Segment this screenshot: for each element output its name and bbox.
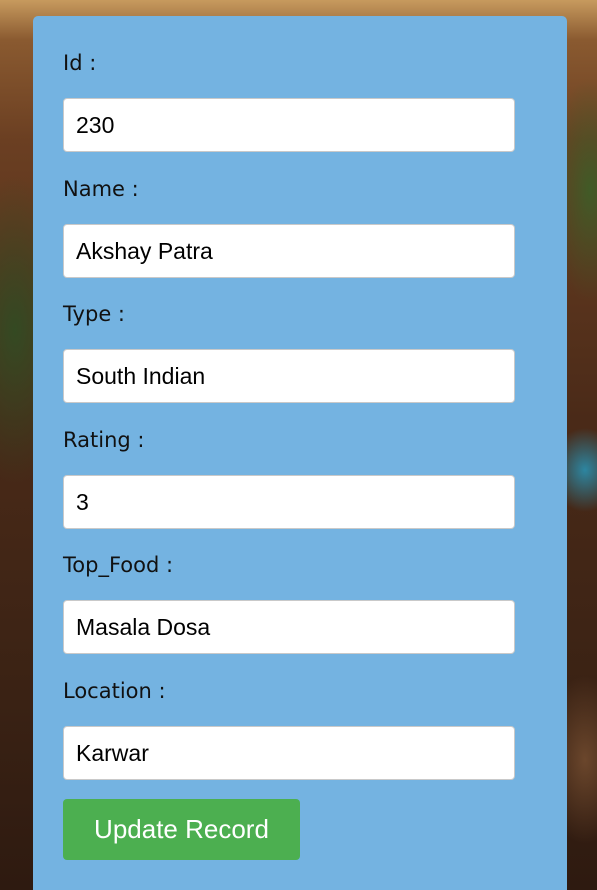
type-input[interactable] xyxy=(63,349,515,403)
rating-label: Rating : xyxy=(63,428,145,452)
type-field-group: Type : xyxy=(63,301,515,403)
top-food-field-group: Top_Food : xyxy=(63,552,515,654)
location-input[interactable] xyxy=(63,726,515,780)
rating-input[interactable] xyxy=(63,475,515,529)
location-field-group: Location : xyxy=(63,678,515,780)
id-field-group: Id : xyxy=(63,50,515,152)
location-label: Location : xyxy=(63,679,166,703)
top-food-input[interactable] xyxy=(63,600,515,654)
id-label: Id : xyxy=(63,51,97,75)
rating-field-group: Rating : xyxy=(63,427,515,529)
type-label: Type : xyxy=(63,302,125,326)
update-record-form: Id : Name : Type : Rating : Top_Food : L… xyxy=(33,16,567,890)
name-field-group: Name : xyxy=(63,176,515,278)
top-food-label: Top_Food : xyxy=(63,553,174,577)
name-input[interactable] xyxy=(63,224,515,278)
update-record-button[interactable]: Update Record xyxy=(63,799,300,860)
name-label: Name : xyxy=(63,177,139,201)
id-input[interactable] xyxy=(63,98,515,152)
